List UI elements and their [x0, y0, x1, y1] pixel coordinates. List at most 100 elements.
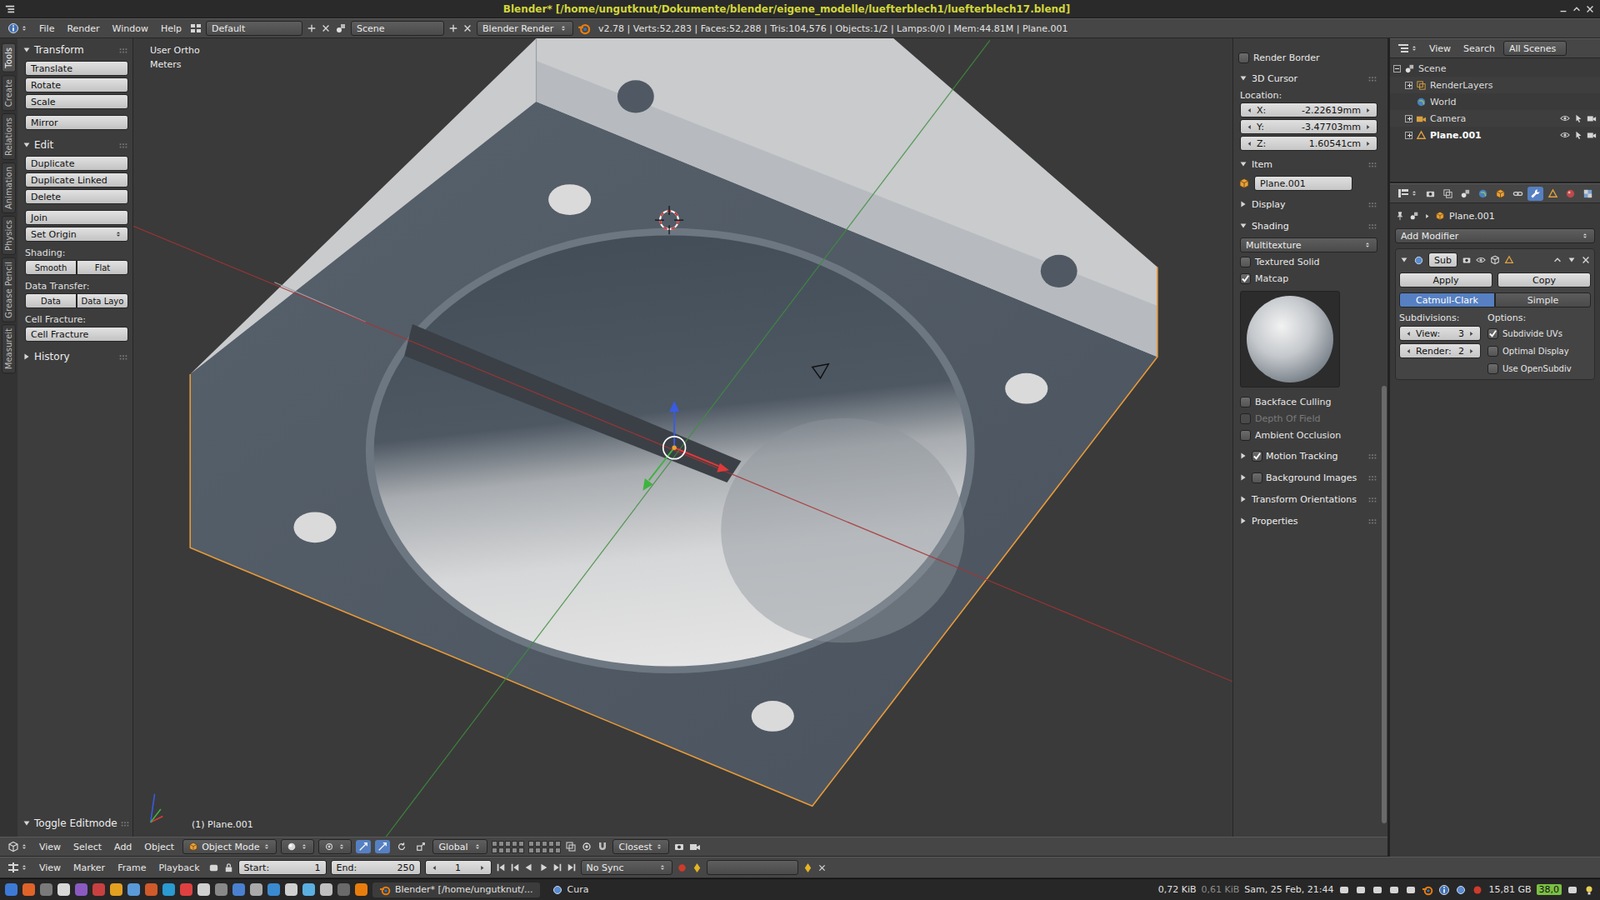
- layer-grid[interactable]: [528, 840, 561, 854]
- visibility-icon[interactable]: [1560, 130, 1570, 140]
- panel-header[interactable]: Transform: [21, 41, 129, 59]
- snap-icon[interactable]: [596, 840, 609, 853]
- mode-dropdown[interactable]: Object Mode: [182, 839, 277, 855]
- editor-type-button[interactable]: [1395, 40, 1421, 56]
- preview-range-icon[interactable]: [208, 862, 220, 874]
- selectability-icon[interactable]: [1573, 130, 1584, 140]
- shelf-button[interactable]: Data: [25, 293, 77, 309]
- render-engine-dropdown[interactable]: Blender Render: [476, 20, 574, 36]
- layout-field[interactable]: Default: [205, 20, 303, 36]
- shelf-button[interactable]: Translate: [25, 60, 129, 76]
- prev-keyframe-icon[interactable]: [510, 862, 520, 873]
- checkbox-row[interactable]: Matcap: [1240, 270, 1378, 286]
- modifier-action-button[interactable]: Copy: [1497, 272, 1591, 288]
- matcap-preview[interactable]: [1240, 290, 1340, 388]
- layers-icon[interactable]: [565, 840, 577, 853]
- model-canvas[interactable]: [133, 38, 1233, 837]
- tool-tab[interactable]: Tools: [1, 43, 16, 73]
- panel-header[interactable]: Transform Orientations: [1238, 490, 1378, 508]
- task-button[interactable]: Blender* [/home/ungutknut/...: [372, 882, 540, 898]
- checkbox[interactable]: [1238, 52, 1250, 64]
- launcher-icon[interactable]: [215, 883, 228, 896]
- expander[interactable]: [1393, 65, 1401, 73]
- expand-triangle-icon[interactable]: [21, 45, 32, 55]
- launcher-icon[interactable]: [145, 883, 158, 896]
- cage-toggle-icon[interactable]: [1504, 255, 1515, 265]
- app-tray-icon[interactable]: [1438, 884, 1450, 896]
- remove-icon[interactable]: [462, 23, 473, 34]
- translate-toggle[interactable]: [375, 840, 390, 854]
- keying-set-field[interactable]: [706, 860, 799, 875]
- menu-item[interactable]: View: [1425, 43, 1455, 55]
- minimize-icon[interactable]: [1558, 4, 1569, 15]
- menu-item[interactable]: Playback: [154, 862, 204, 874]
- opengl-render-icon[interactable]: [689, 840, 701, 853]
- checkbox-row[interactable]: Optimal Display: [1487, 343, 1572, 359]
- shelf-button[interactable]: Smooth: [25, 260, 77, 275]
- editor-type-button[interactable]: [5, 20, 31, 36]
- number-field[interactable]: Y:-3.47703mm: [1240, 119, 1378, 135]
- outliner-row[interactable]: RenderLayers: [1390, 76, 1600, 94]
- expand-triangle-icon[interactable]: [1399, 255, 1410, 265]
- outliner-row[interactable]: Plane.001: [1390, 126, 1600, 144]
- blender-tray-icon[interactable]: [1421, 884, 1434, 896]
- editmode-toggle-icon[interactable]: [1490, 255, 1500, 265]
- network-icon[interactable]: [1338, 884, 1350, 896]
- number-field[interactable]: X:-2.22619mm: [1240, 102, 1378, 118]
- menu-item[interactable]: Frame: [113, 862, 150, 874]
- checkbox[interactable]: [1240, 430, 1251, 441]
- scrollbar[interactable]: [1380, 38, 1388, 837]
- orientation-dropdown[interactable]: Global: [432, 839, 488, 855]
- modifier-action-button[interactable]: Apply: [1399, 272, 1493, 288]
- app-tray-icon[interactable]: [1455, 884, 1467, 896]
- launcher-icon[interactable]: [40, 883, 53, 896]
- operator-panel-header[interactable]: Toggle Editmode: [21, 815, 129, 832]
- panel-header[interactable]: Motion Tracking: [1238, 447, 1378, 465]
- proportional-icon[interactable]: [580, 840, 593, 853]
- menu-item[interactable]: Object: [140, 841, 179, 853]
- app-tray-icon[interactable]: [1471, 884, 1484, 896]
- menu-item[interactable]: Select: [69, 841, 106, 853]
- texture-mode-dropdown[interactable]: Multitexture: [1240, 237, 1378, 253]
- task-button[interactable]: Cura: [545, 882, 596, 898]
- checkbox[interactable]: [1240, 273, 1251, 285]
- menu-item[interactable]: View: [35, 841, 65, 853]
- launcher-icon[interactable]: [75, 883, 88, 896]
- shelf-button[interactable]: Rotate: [25, 77, 129, 93]
- expand-triangle-icon[interactable]: [1238, 450, 1249, 461]
- context-tab[interactable]: [1440, 186, 1456, 201]
- context-tab[interactable]: [1422, 186, 1439, 201]
- segment-button[interactable]: Catmull-Clark: [1399, 292, 1495, 308]
- checkbox-row[interactable]: Textured Solid: [1240, 254, 1378, 270]
- scrollbar-thumb[interactable]: [1381, 385, 1387, 824]
- launcher-icon[interactable]: [162, 883, 175, 896]
- shelf-button[interactable]: Join: [25, 210, 129, 225]
- panel-header[interactable]: History: [21, 348, 129, 365]
- context-tab[interactable]: [1545, 186, 1561, 201]
- launcher-icon[interactable]: [232, 883, 245, 896]
- tool-tab[interactable]: Physics: [1, 215, 16, 255]
- pin-icon[interactable]: [1395, 210, 1405, 221]
- expand-triangle-icon[interactable]: [21, 818, 32, 829]
- modifier-name-field[interactable]: Sub: [1428, 252, 1458, 268]
- outliner-row[interactable]: Camera: [1390, 110, 1600, 127]
- checkbox[interactable]: [1487, 345, 1499, 357]
- context-tab[interactable]: [1527, 186, 1544, 201]
- expand-triangle-icon[interactable]: [21, 140, 32, 150]
- outliner-row[interactable]: Scene: [1390, 60, 1600, 77]
- launcher-icon[interactable]: [180, 883, 193, 896]
- panel-checkbox[interactable]: [1251, 472, 1263, 484]
- launcher-icon[interactable]: [5, 883, 18, 896]
- menu-item[interactable]: Render: [62, 23, 104, 35]
- checkbox-row[interactable]: Subdivide UVs: [1487, 325, 1572, 341]
- checkbox-row[interactable]: Render Border: [1238, 50, 1378, 65]
- shelf-button[interactable]: Mirror: [25, 115, 129, 130]
- menu-item[interactable]: View: [35, 862, 65, 874]
- rotate-toggle[interactable]: [394, 840, 410, 854]
- menu-item[interactable]: Add: [110, 841, 136, 853]
- context-tab[interactable]: [1562, 186, 1579, 201]
- mail-icon[interactable]: [1371, 884, 1384, 896]
- move-up-icon[interactable]: [1552, 255, 1563, 265]
- editor-type-button[interactable]: [5, 839, 31, 855]
- panel-header[interactable]: Display: [1238, 195, 1378, 213]
